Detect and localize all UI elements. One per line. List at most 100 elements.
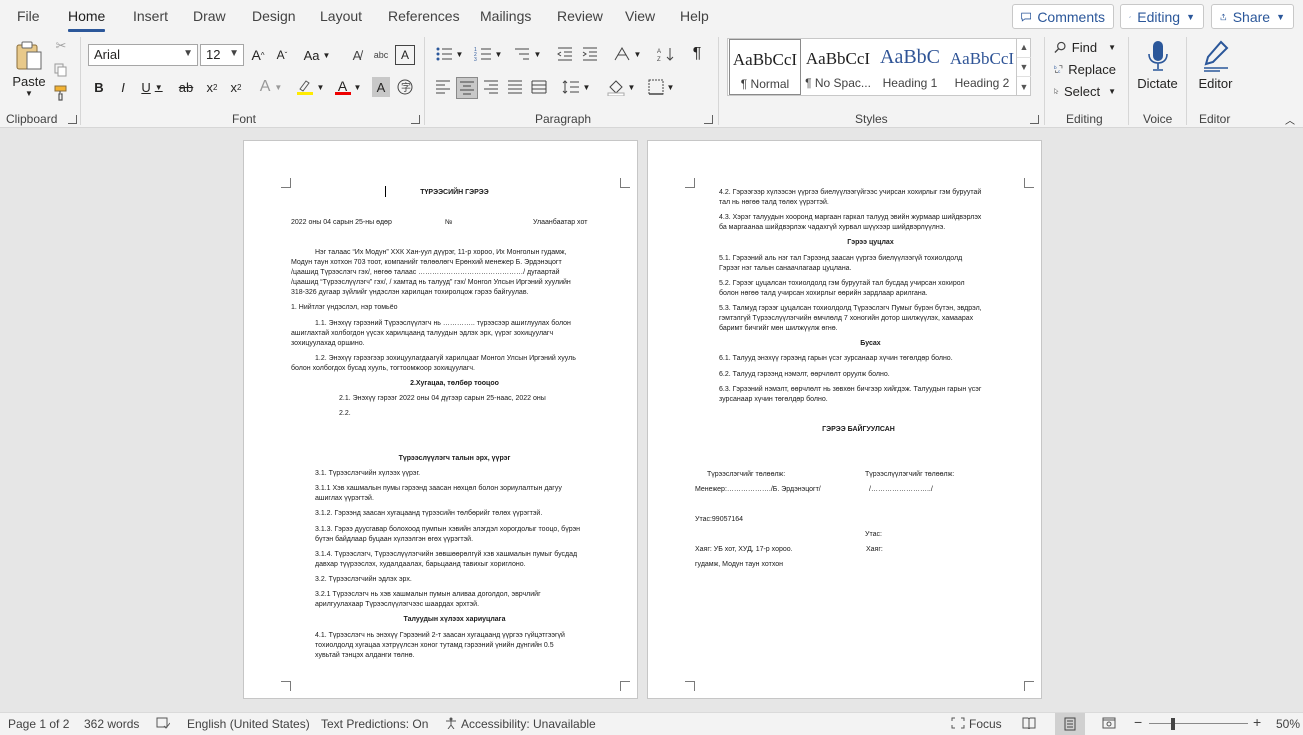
tab-review[interactable]: Review — [557, 8, 603, 24]
tab-layout[interactable]: Layout — [320, 8, 362, 24]
clause-line: 3.1. Түрээслэгчийн хүлээх үүрэг. — [315, 470, 421, 477]
read-mode-icon[interactable] — [1022, 717, 1036, 732]
character-shading-icon[interactable]: A — [372, 77, 390, 97]
italic-icon[interactable]: I — [114, 77, 132, 97]
multilevel-list-icon[interactable]: ▼ — [511, 43, 543, 65]
format-painter-icon[interactable] — [53, 85, 69, 101]
text-predictions-status[interactable]: Text Predictions: On — [321, 717, 428, 731]
zoom-out-icon[interactable]: − — [1134, 714, 1142, 730]
comments-button[interactable]: Comments — [1012, 4, 1114, 29]
sort-icon[interactable]: AZ — [656, 43, 676, 65]
shrink-font-icon[interactable]: Aˇ — [272, 45, 292, 65]
asian-layout-icon[interactable]: ▼ — [611, 43, 643, 65]
clear-formatting-icon[interactable]: A̸ — [347, 45, 367, 65]
styles-group-label: Styles — [855, 112, 888, 126]
justify-icon[interactable] — [505, 77, 525, 97]
tab-help[interactable]: Help — [680, 8, 709, 24]
style-name: Heading 2 — [954, 76, 1010, 90]
clause-line: гэмтэлгүй Түрээслүүлэгчийн өмчлөлд 7 хон… — [719, 315, 974, 322]
editor-button[interactable]: Editor — [1193, 37, 1238, 93]
tab-file[interactable]: File — [17, 8, 40, 24]
numbering-icon[interactable]: 1 2 3 ▼ — [472, 43, 504, 65]
show-formatting-marks-icon[interactable]: ¶ — [687, 43, 707, 65]
styles-launcher-icon[interactable] — [1030, 115, 1039, 124]
bullets-icon[interactable]: ▼ — [433, 43, 465, 65]
find-button[interactable]: Find ▼ — [1054, 37, 1116, 57]
cut-icon[interactable]: ✂ — [53, 38, 69, 54]
tab-home[interactable]: Home — [68, 8, 105, 24]
enclose-characters-icon[interactable]: 字 — [396, 77, 414, 97]
tab-mailings[interactable]: Mailings — [480, 8, 531, 24]
styles-more-icon[interactable]: ▼ — [1017, 77, 1031, 96]
print-layout-icon[interactable] — [1055, 713, 1085, 735]
tab-design[interactable]: Design — [252, 8, 296, 24]
chevron-down-icon[interactable]: ▼ — [1017, 58, 1031, 78]
zoom-in-icon[interactable]: + — [1253, 714, 1261, 730]
superscript-icon[interactable]: x2 — [227, 77, 245, 97]
style-heading-1[interactable]: AaBbC Heading 1 — [874, 39, 946, 95]
phonetic-guide-icon[interactable]: abc — [371, 45, 391, 65]
paragraph-launcher-icon[interactable] — [704, 115, 713, 124]
line-spacing-icon[interactable]: ▼ — [560, 77, 592, 97]
zoom-slider-thumb[interactable] — [1171, 718, 1175, 730]
chevron-down-icon: ▼ — [1108, 42, 1116, 52]
style-normal[interactable]: AaBbCcI ¶ Normal — [729, 39, 801, 95]
subscript-icon[interactable]: x2 — [203, 77, 221, 97]
paste-button[interactable]: Paste ▼ — [10, 38, 48, 100]
document-page-2[interactable]: 4.2. Гэрээгээр хүлээсэн үүргээ биелүүлээ… — [647, 140, 1042, 699]
select-button[interactable]: Select ▼ — [1054, 81, 1116, 101]
tab-references[interactable]: References — [388, 8, 460, 24]
copy-icon[interactable] — [53, 62, 69, 78]
select-label: Select — [1063, 83, 1101, 99]
styles-scroll[interactable]: ▲ ▼ ▼ — [1016, 38, 1031, 96]
underline-icon[interactable]: U ▼ — [138, 77, 166, 97]
replace-button[interactable]: bc Replace — [1054, 59, 1116, 79]
decrease-indent-icon[interactable] — [555, 43, 575, 65]
web-layout-icon[interactable] — [1102, 717, 1116, 732]
focus-button[interactable]: Focus — [951, 717, 1002, 731]
zoom-level[interactable]: 50% — [1276, 717, 1300, 731]
style-heading-2[interactable]: AaBbCcI Heading 2 — [946, 39, 1018, 95]
font-launcher-icon[interactable] — [411, 115, 420, 124]
font-color-icon[interactable]: A ▼ — [333, 77, 363, 97]
crop-mark — [685, 681, 695, 691]
bold-icon[interactable]: B — [90, 77, 108, 97]
clipboard-launcher-icon[interactable] — [68, 115, 77, 124]
collapse-ribbon-icon[interactable]: ︿ — [1283, 113, 1297, 127]
change-case-button[interactable]: Aa ▼ — [301, 45, 333, 65]
tab-draw[interactable]: Draw — [193, 8, 226, 24]
doc-title: ТҮРЭЭСИЙН ГЭРЭЭ — [420, 189, 489, 196]
proofing-icon[interactable] — [156, 717, 171, 732]
font-name-dropdown[interactable]: Arial ▼ — [88, 44, 198, 66]
align-right-icon[interactable] — [481, 77, 501, 97]
tab-insert[interactable]: Insert — [133, 8, 168, 24]
accessibility-status[interactable]: Accessibility: Unavailable — [445, 717, 596, 731]
editing-mode-button[interactable]: Editing ▼ — [1120, 4, 1204, 29]
character-border-icon[interactable]: A — [395, 45, 415, 65]
strikethrough-icon[interactable]: ab — [176, 77, 196, 97]
align-left-icon[interactable] — [433, 77, 453, 97]
dictate-button[interactable]: Dictate — [1135, 37, 1180, 93]
zoom-slider-track[interactable] — [1149, 723, 1248, 724]
borders-icon[interactable]: ▼ — [645, 77, 677, 97]
text-effects-icon[interactable]: A ▼ — [256, 77, 286, 97]
document-page-1[interactable]: ТҮРЭЭСИЙН ГЭРЭЭ 2022 оны 04 сарын 25-ны … — [243, 140, 638, 699]
language-status[interactable]: English (United States) — [187, 717, 310, 731]
share-button[interactable]: Share ▼ — [1211, 4, 1294, 29]
increase-indent-icon[interactable] — [580, 43, 600, 65]
styles-gallery: AaBbCcI ¶ Normal AaBbCcI ¶ No Spac... Aa… — [727, 38, 1031, 96]
focus-icon — [951, 717, 965, 729]
crop-mark — [620, 178, 630, 188]
tab-view[interactable]: View — [625, 8, 655, 24]
font-size-dropdown[interactable]: 12 ▼ — [200, 44, 244, 66]
chevron-up-icon[interactable]: ▲ — [1017, 38, 1031, 58]
align-center-icon[interactable] — [456, 77, 478, 99]
word-count[interactable]: 362 words — [84, 717, 139, 731]
grow-font-icon[interactable]: A ^ — [248, 45, 268, 65]
style-no-spacing[interactable]: AaBbCcI ¶ No Spac... — [802, 39, 874, 95]
clause-line: бүтэн байдлаар буцаан хүлээлгэн өгөх үүр… — [315, 536, 474, 543]
page-count[interactable]: Page 1 of 2 — [8, 717, 69, 731]
highlight-icon[interactable]: ▼ — [294, 77, 326, 97]
distributed-icon[interactable] — [529, 77, 549, 97]
shading-icon[interactable]: ▼ — [605, 77, 637, 97]
